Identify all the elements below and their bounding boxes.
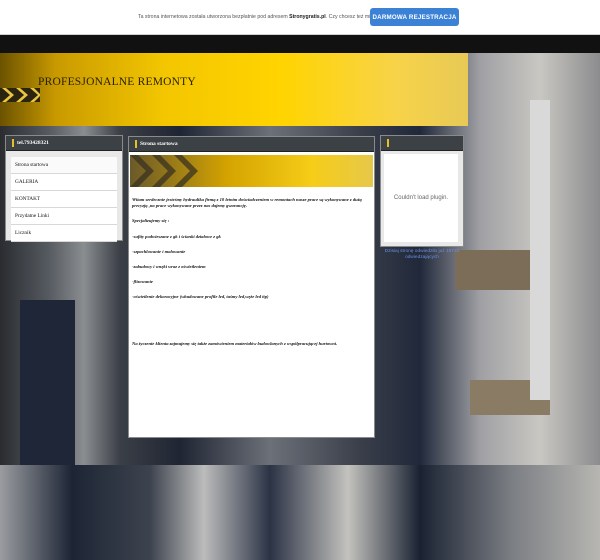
menu-item-counter[interactable]: Licznik [11,225,117,242]
main-menu: Strona startowa GALERIA KONTAKT Przydatn… [11,157,117,242]
center-panel: Strona startowa Witam serdecznie jesteśm… [128,136,375,438]
spec-item: -flizowanie [132,279,153,285]
background-towel-rail [530,100,550,400]
background-tile [20,300,75,465]
menu-item-contact[interactable]: KONTAKT [11,191,117,208]
spec-title: Specjalizujemy się : [132,218,170,224]
bathroom-background-lower [0,465,600,560]
center-panel-title: Strona startowa [140,141,178,147]
plugin-placeholder: Couldn't load plugin. [384,154,458,242]
menu-item-home[interactable]: Strona startowa [11,157,117,174]
right-panel: Couldn't load plugin. [380,135,464,247]
notification-bar: Ta strona internetowa została utworzona … [0,0,600,35]
content-banner [130,155,373,187]
register-button[interactable]: DARMOWA REJESTRACJA [370,8,459,26]
top-dark-band [0,35,600,53]
site-header: PROFESJONALNE REMONTY [0,53,468,126]
outro-paragraph: Na życzenie klienta zajmujemy się także … [132,340,338,346]
spec-item: -zabudowy i wnęki wraz z oświetleniem [132,264,206,270]
header-marker [12,138,14,147]
page-content: Witam serdecznie jesteśmy hydraulika fir… [132,197,370,356]
menu-item-links[interactable]: Przydatne Linki [11,208,117,225]
site-title: PROFESJONALNE REMONTY [38,76,196,88]
phone-number: tel.793428321 [17,140,49,146]
center-panel-header: Strona startowa [129,137,374,152]
right-panel-header [381,136,463,151]
notification-link[interactable]: Stronygratis.pl [289,14,326,20]
spec-item: -szpachlowanie i malowanie [132,248,186,254]
left-panel: tel.793428321 Strona startowa GALERIA KO… [5,135,123,242]
left-panel-header: tel.793428321 [6,136,122,151]
menu-item-gallery[interactable]: GALERIA [11,174,117,191]
intro-paragraph: Witam serdecznie jesteśmy hydraulika fir… [132,197,362,209]
spec-item: -oświetlenie dekoracyjne (wbudowane prof… [132,294,269,300]
notification-prefix: Ta strona internetowa została utworzona … [138,14,290,20]
header-marker [387,138,389,147]
visit-counter: Dzisiaj stronę odwiedziło już 18733 odwi… [384,249,460,260]
spec-item: -sufity podwieszane z gk i ścianki dział… [132,233,221,239]
chevron-stripes-icon [130,155,198,187]
header-marker [135,139,137,148]
chevron-stripes-icon [0,88,40,102]
